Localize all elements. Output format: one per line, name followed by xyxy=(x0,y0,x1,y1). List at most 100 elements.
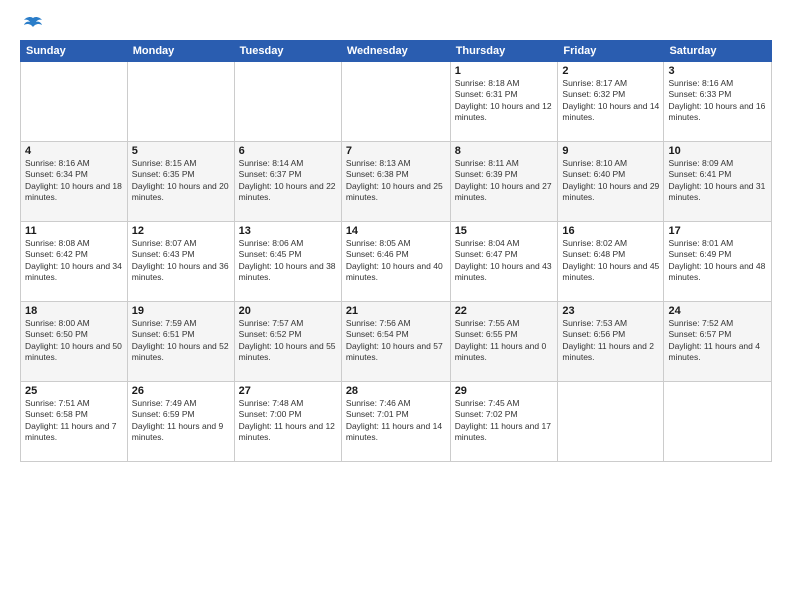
calendar-cell: 2Sunrise: 8:17 AM Sunset: 6:32 PM Daylig… xyxy=(558,62,664,142)
calendar-cell: 4Sunrise: 8:16 AM Sunset: 6:34 PM Daylig… xyxy=(21,142,128,222)
day-number: 17 xyxy=(668,225,767,237)
day-number: 22 xyxy=(455,305,554,317)
cell-content: 16Sunrise: 8:02 AM Sunset: 6:48 PM Dayli… xyxy=(562,225,659,284)
cell-content: 26Sunrise: 7:49 AM Sunset: 6:59 PM Dayli… xyxy=(132,385,230,444)
cell-content: 23Sunrise: 7:53 AM Sunset: 6:56 PM Dayli… xyxy=(562,305,659,364)
weekday-header-monday: Monday xyxy=(127,41,234,62)
day-info: Sunrise: 8:14 AM Sunset: 6:37 PM Dayligh… xyxy=(239,158,337,204)
day-number: 24 xyxy=(668,305,767,317)
calendar-cell: 9Sunrise: 8:10 AM Sunset: 6:40 PM Daylig… xyxy=(558,142,664,222)
day-number: 28 xyxy=(346,385,446,397)
day-number: 16 xyxy=(562,225,659,237)
calendar-cell: 11Sunrise: 8:08 AM Sunset: 6:42 PM Dayli… xyxy=(21,222,128,302)
calendar-cell: 18Sunrise: 8:00 AM Sunset: 6:50 PM Dayli… xyxy=(21,302,128,382)
cell-content: 28Sunrise: 7:46 AM Sunset: 7:01 PM Dayli… xyxy=(346,385,446,444)
day-number: 1 xyxy=(455,65,554,77)
day-info: Sunrise: 8:17 AM Sunset: 6:32 PM Dayligh… xyxy=(562,78,659,124)
day-number: 18 xyxy=(25,305,123,317)
day-info: Sunrise: 8:00 AM Sunset: 6:50 PM Dayligh… xyxy=(25,318,123,364)
calendar-cell: 10Sunrise: 8:09 AM Sunset: 6:41 PM Dayli… xyxy=(664,142,772,222)
calendar-cell: 25Sunrise: 7:51 AM Sunset: 6:58 PM Dayli… xyxy=(21,382,128,462)
calendar-cell: 21Sunrise: 7:56 AM Sunset: 6:54 PM Dayli… xyxy=(341,302,450,382)
day-info: Sunrise: 7:45 AM Sunset: 7:02 PM Dayligh… xyxy=(455,398,554,444)
calendar-table: SundayMondayTuesdayWednesdayThursdayFrid… xyxy=(20,40,772,462)
calendar-cell xyxy=(664,382,772,462)
cell-content: 17Sunrise: 8:01 AM Sunset: 6:49 PM Dayli… xyxy=(668,225,767,284)
day-info: Sunrise: 7:46 AM Sunset: 7:01 PM Dayligh… xyxy=(346,398,446,444)
calendar-cell: 23Sunrise: 7:53 AM Sunset: 6:56 PM Dayli… xyxy=(558,302,664,382)
day-number: 21 xyxy=(346,305,446,317)
weekday-header-thursday: Thursday xyxy=(450,41,558,62)
cell-content: 24Sunrise: 7:52 AM Sunset: 6:57 PM Dayli… xyxy=(668,305,767,364)
calendar-cell: 26Sunrise: 7:49 AM Sunset: 6:59 PM Dayli… xyxy=(127,382,234,462)
day-info: Sunrise: 7:57 AM Sunset: 6:52 PM Dayligh… xyxy=(239,318,337,364)
calendar-cell: 27Sunrise: 7:48 AM Sunset: 7:00 PM Dayli… xyxy=(234,382,341,462)
cell-content: 5Sunrise: 8:15 AM Sunset: 6:35 PM Daylig… xyxy=(132,145,230,204)
day-number: 23 xyxy=(562,305,659,317)
day-info: Sunrise: 8:06 AM Sunset: 6:45 PM Dayligh… xyxy=(239,238,337,284)
weekday-header-tuesday: Tuesday xyxy=(234,41,341,62)
calendar-cell: 13Sunrise: 8:06 AM Sunset: 6:45 PM Dayli… xyxy=(234,222,341,302)
day-info: Sunrise: 8:15 AM Sunset: 6:35 PM Dayligh… xyxy=(132,158,230,204)
cell-content: 22Sunrise: 7:55 AM Sunset: 6:55 PM Dayli… xyxy=(455,305,554,364)
cell-content: 18Sunrise: 8:00 AM Sunset: 6:50 PM Dayli… xyxy=(25,305,123,364)
weekday-header-sunday: Sunday xyxy=(21,41,128,62)
day-number: 6 xyxy=(239,145,337,157)
cell-content: 11Sunrise: 8:08 AM Sunset: 6:42 PM Dayli… xyxy=(25,225,123,284)
day-number: 15 xyxy=(455,225,554,237)
calendar-cell: 15Sunrise: 8:04 AM Sunset: 6:47 PM Dayli… xyxy=(450,222,558,302)
day-info: Sunrise: 8:16 AM Sunset: 6:33 PM Dayligh… xyxy=(668,78,767,124)
calendar-header-row: SundayMondayTuesdayWednesdayThursdayFrid… xyxy=(21,41,772,62)
day-info: Sunrise: 7:48 AM Sunset: 7:00 PM Dayligh… xyxy=(239,398,337,444)
calendar-cell xyxy=(234,62,341,142)
day-info: Sunrise: 8:07 AM Sunset: 6:43 PM Dayligh… xyxy=(132,238,230,284)
cell-content: 8Sunrise: 8:11 AM Sunset: 6:39 PM Daylig… xyxy=(455,145,554,204)
day-number: 2 xyxy=(562,65,659,77)
logo-bird-icon xyxy=(22,16,44,34)
day-info: Sunrise: 8:13 AM Sunset: 6:38 PM Dayligh… xyxy=(346,158,446,204)
day-number: 25 xyxy=(25,385,123,397)
cell-content: 4Sunrise: 8:16 AM Sunset: 6:34 PM Daylig… xyxy=(25,145,123,204)
day-number: 26 xyxy=(132,385,230,397)
cell-content: 6Sunrise: 8:14 AM Sunset: 6:37 PM Daylig… xyxy=(239,145,337,204)
day-info: Sunrise: 8:05 AM Sunset: 6:46 PM Dayligh… xyxy=(346,238,446,284)
calendar-cell: 3Sunrise: 8:16 AM Sunset: 6:33 PM Daylig… xyxy=(664,62,772,142)
cell-content: 9Sunrise: 8:10 AM Sunset: 6:40 PM Daylig… xyxy=(562,145,659,204)
cell-content: 1Sunrise: 8:18 AM Sunset: 6:31 PM Daylig… xyxy=(455,65,554,124)
day-info: Sunrise: 7:52 AM Sunset: 6:57 PM Dayligh… xyxy=(668,318,767,364)
day-info: Sunrise: 7:56 AM Sunset: 6:54 PM Dayligh… xyxy=(346,318,446,364)
day-info: Sunrise: 7:53 AM Sunset: 6:56 PM Dayligh… xyxy=(562,318,659,364)
cell-content: 21Sunrise: 7:56 AM Sunset: 6:54 PM Dayli… xyxy=(346,305,446,364)
day-info: Sunrise: 7:49 AM Sunset: 6:59 PM Dayligh… xyxy=(132,398,230,444)
day-number: 29 xyxy=(455,385,554,397)
day-info: Sunrise: 8:02 AM Sunset: 6:48 PM Dayligh… xyxy=(562,238,659,284)
cell-content: 12Sunrise: 8:07 AM Sunset: 6:43 PM Dayli… xyxy=(132,225,230,284)
day-number: 4 xyxy=(25,145,123,157)
day-number: 3 xyxy=(668,65,767,77)
cell-content: 7Sunrise: 8:13 AM Sunset: 6:38 PM Daylig… xyxy=(346,145,446,204)
day-number: 12 xyxy=(132,225,230,237)
cell-content: 14Sunrise: 8:05 AM Sunset: 6:46 PM Dayli… xyxy=(346,225,446,284)
calendar-week-5: 25Sunrise: 7:51 AM Sunset: 6:58 PM Dayli… xyxy=(21,382,772,462)
day-number: 7 xyxy=(346,145,446,157)
cell-content: 29Sunrise: 7:45 AM Sunset: 7:02 PM Dayli… xyxy=(455,385,554,444)
day-info: Sunrise: 8:16 AM Sunset: 6:34 PM Dayligh… xyxy=(25,158,123,204)
calendar-cell: 5Sunrise: 8:15 AM Sunset: 6:35 PM Daylig… xyxy=(127,142,234,222)
day-number: 19 xyxy=(132,305,230,317)
day-info: Sunrise: 7:55 AM Sunset: 6:55 PM Dayligh… xyxy=(455,318,554,364)
cell-content: 25Sunrise: 7:51 AM Sunset: 6:58 PM Dayli… xyxy=(25,385,123,444)
day-info: Sunrise: 7:59 AM Sunset: 6:51 PM Dayligh… xyxy=(132,318,230,364)
calendar-cell: 8Sunrise: 8:11 AM Sunset: 6:39 PM Daylig… xyxy=(450,142,558,222)
weekday-header-wednesday: Wednesday xyxy=(341,41,450,62)
weekday-header-friday: Friday xyxy=(558,41,664,62)
day-info: Sunrise: 8:08 AM Sunset: 6:42 PM Dayligh… xyxy=(25,238,123,284)
day-info: Sunrise: 8:11 AM Sunset: 6:39 PM Dayligh… xyxy=(455,158,554,204)
calendar-cell: 14Sunrise: 8:05 AM Sunset: 6:46 PM Dayli… xyxy=(341,222,450,302)
calendar-cell: 19Sunrise: 7:59 AM Sunset: 6:51 PM Dayli… xyxy=(127,302,234,382)
calendar-cell: 29Sunrise: 7:45 AM Sunset: 7:02 PM Dayli… xyxy=(450,382,558,462)
cell-content: 10Sunrise: 8:09 AM Sunset: 6:41 PM Dayli… xyxy=(668,145,767,204)
weekday-header-saturday: Saturday xyxy=(664,41,772,62)
calendar-cell: 12Sunrise: 8:07 AM Sunset: 6:43 PM Dayli… xyxy=(127,222,234,302)
calendar-week-1: 1Sunrise: 8:18 AM Sunset: 6:31 PM Daylig… xyxy=(21,62,772,142)
calendar-cell: 1Sunrise: 8:18 AM Sunset: 6:31 PM Daylig… xyxy=(450,62,558,142)
